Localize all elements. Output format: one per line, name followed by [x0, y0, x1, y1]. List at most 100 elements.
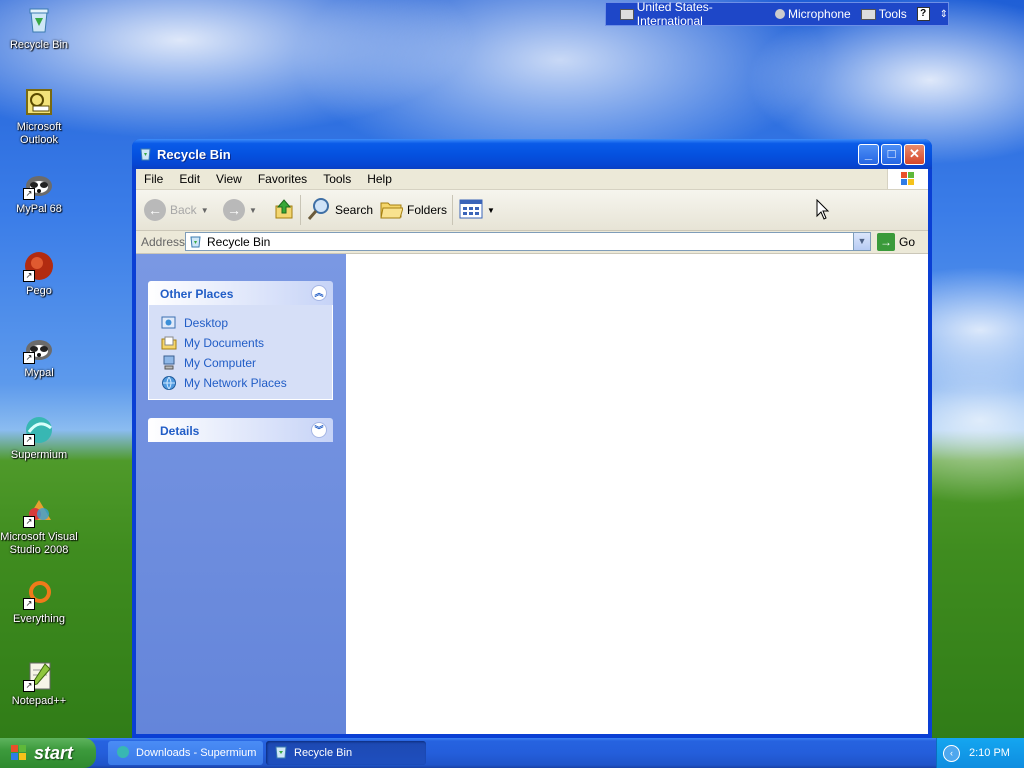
address-input[interactable]: Recycle Bin ▼: [185, 232, 871, 251]
forward-button[interactable]: → ▼: [223, 199, 257, 221]
outlook-icon: [23, 86, 55, 118]
desktop-icon-everything[interactable]: ↗ Everything: [0, 578, 78, 626]
supermium-icon: [116, 745, 130, 762]
desktop-icon-label: Recycle Bin: [9, 39, 69, 51]
keyboard-icon: [620, 8, 634, 20]
language-bar: United States-International Microphone T…: [605, 0, 949, 28]
recycle-bin-icon: [23, 4, 55, 36]
search-button[interactable]: Search: [307, 197, 373, 224]
start-label: start: [34, 742, 74, 763]
go-button[interactable]: → Go: [877, 232, 915, 251]
back-arrow-icon: ←: [144, 199, 166, 221]
address-label: Address: [141, 235, 186, 249]
my-computer-icon: [161, 355, 177, 371]
tools-label: Tools: [878, 7, 907, 21]
shortcut-arrow-icon: ↗: [23, 516, 35, 528]
task-label: Downloads - Supermium: [136, 747, 257, 759]
supermium-icon: ↗: [23, 414, 55, 446]
task-label: Recycle Bin: [294, 747, 353, 759]
other-places-list: Desktop My Documents My Computer My Netw…: [148, 305, 333, 400]
other-places-panel: Other Places ︽ Desktop My Documents My C…: [148, 281, 333, 400]
chevron-up-icon[interactable]: ︽: [311, 285, 327, 301]
microphone-label: Microphone: [788, 7, 851, 21]
place-desktop-link[interactable]: Desktop: [149, 313, 332, 333]
taskbar-button-recycle-bin[interactable]: Recycle Bin: [266, 741, 426, 765]
desktop-icon-label: Mypal: [24, 367, 54, 379]
language-label: United States-International: [636, 0, 713, 28]
other-places-header[interactable]: Other Places ︽: [148, 281, 333, 305]
clock[interactable]: 2:10 PM: [969, 747, 1010, 759]
maximize-button[interactable]: □: [881, 144, 902, 165]
desktop-icon-label: Microsoft Visual Studio 2008: [0, 531, 78, 556]
up-folder-button[interactable]: [273, 198, 295, 223]
menu-help[interactable]: Help: [359, 172, 400, 186]
microphone-button[interactable]: Microphone: [775, 7, 851, 21]
panel-title: Other Places: [160, 287, 234, 301]
desktop-icon-supermium[interactable]: ↗ Supermium: [0, 414, 78, 462]
chevron-left-icon[interactable]: ‹: [943, 745, 960, 762]
shortcut-arrow-icon: ↗: [23, 598, 35, 610]
help-button[interactable]: ?: [916, 7, 930, 21]
taskbar: start Downloads - Supermium Recycle Bin …: [0, 738, 1024, 768]
desktop-icon-notepadplusplus[interactable]: ↗ Notepad++: [0, 660, 78, 708]
recycle-bin-window: Recycle Bin _ □ ✕ File Edit View Favorit…: [132, 139, 932, 738]
place-my-computer-link[interactable]: My Computer: [149, 353, 332, 373]
view-grid-icon: [459, 199, 483, 222]
details-header[interactable]: Details ︾: [148, 418, 333, 442]
desktop-icon-microsoft-outlook[interactable]: Microsoft Outlook: [0, 86, 78, 147]
back-label: Back: [170, 203, 197, 217]
up-folder-icon: [273, 198, 295, 223]
title-bar[interactable]: Recycle Bin _ □ ✕: [132, 139, 932, 169]
recycle-bin-icon: [138, 146, 153, 161]
desktop-icon-mypal-68[interactable]: ↗ MyPal 68: [0, 168, 78, 216]
desktop-icon-label: Everything: [13, 613, 65, 625]
langbar-options-icon[interactable]: ⇕: [940, 9, 948, 20]
visual-studio-icon: ↗: [23, 496, 55, 528]
network-places-icon: [161, 375, 177, 391]
place-my-network-places-link[interactable]: My Network Places: [149, 373, 332, 393]
chevron-down-icon: ▼: [487, 205, 495, 215]
chevron-down-icon[interactable]: ▼: [853, 233, 870, 250]
window-title: Recycle Bin: [157, 147, 231, 162]
desktop-icon-recycle-bin[interactable]: Recycle Bin: [0, 4, 78, 52]
place-label: My Network Places: [184, 376, 287, 390]
desktop-icon-pego[interactable]: ↗ Pego: [0, 250, 78, 298]
views-button[interactable]: ▼: [459, 199, 495, 221]
folder-icon: [379, 198, 404, 223]
file-list-area[interactable]: [346, 254, 928, 734]
recycle-bin-icon: [274, 745, 288, 762]
close-button[interactable]: ✕: [904, 144, 925, 165]
place-my-documents-link[interactable]: My Documents: [149, 333, 332, 353]
windows-logo-icon: [887, 169, 928, 189]
folders-button[interactable]: Folders: [379, 199, 447, 221]
tools-button[interactable]: Tools: [860, 7, 907, 21]
chevron-down-icon[interactable]: ︾: [311, 422, 327, 438]
desktop-icon-visual-studio-2008[interactable]: ↗ Microsoft Visual Studio 2008: [0, 496, 78, 557]
menu-edit[interactable]: Edit: [171, 172, 208, 186]
desktop-icon-mypal[interactable]: ↗ Mypal: [0, 332, 78, 380]
menu-view[interactable]: View: [208, 172, 250, 186]
task-pane: Other Places ︽ Desktop My Documents My C…: [136, 254, 346, 734]
menu-bar: File Edit View Favorites Tools Help: [136, 169, 928, 190]
chevron-down-icon: ▼: [200, 205, 209, 215]
minimize-button[interactable]: _: [858, 144, 879, 165]
start-button[interactable]: start: [0, 738, 96, 768]
taskbar-button-supermium[interactable]: Downloads - Supermium: [108, 741, 263, 765]
tools-icon: [860, 8, 876, 20]
menu-file[interactable]: File: [136, 172, 171, 186]
window-client: File Edit View Favorites Tools Help ← Ba…: [136, 169, 928, 734]
desktop-icon-label: Microsoft Outlook: [16, 121, 62, 146]
language-selector[interactable]: United States-International: [620, 0, 765, 28]
search-icon: [307, 197, 331, 224]
place-label: Desktop: [184, 316, 229, 330]
pego-icon: ↗: [23, 250, 55, 282]
menu-tools[interactable]: Tools: [315, 172, 359, 186]
toolbar-separator: [452, 195, 453, 225]
back-button[interactable]: ← Back ▼: [144, 199, 209, 221]
menu-favorites[interactable]: Favorites: [250, 172, 315, 186]
go-arrow-icon: →: [877, 232, 895, 251]
windows-flag-icon: [10, 744, 28, 762]
go-label: Go: [899, 234, 916, 249]
place-label: My Computer: [184, 356, 257, 370]
panel-title: Details: [160, 424, 200, 438]
